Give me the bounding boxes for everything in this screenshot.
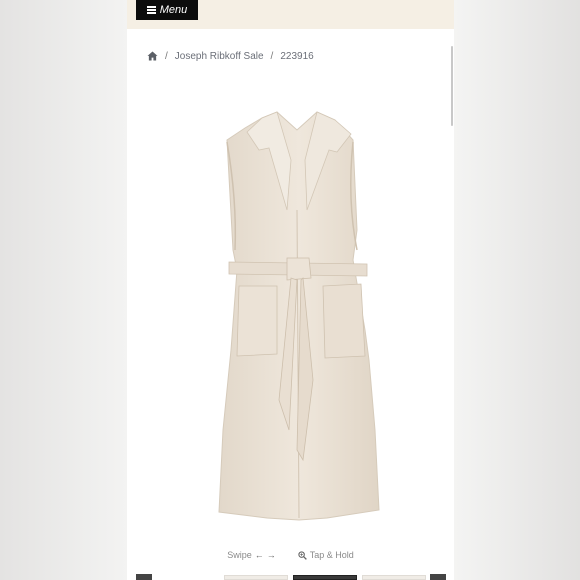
page-viewport: Menu / Joseph Ribkoff Sale / 223916 Swip… bbox=[127, 0, 454, 580]
background-left bbox=[0, 0, 127, 580]
thumbnail[interactable] bbox=[362, 575, 426, 580]
arrow-left-icon: ← bbox=[254, 550, 264, 560]
home-icon[interactable] bbox=[147, 51, 158, 61]
product-image[interactable] bbox=[207, 100, 387, 528]
breadcrumb-item-sale[interactable]: Joseph Ribkoff Sale bbox=[175, 51, 264, 62]
zoom-in-icon bbox=[298, 550, 307, 560]
thumbnail[interactable] bbox=[293, 575, 357, 580]
menu-label: Menu bbox=[159, 4, 188, 16]
thumbnail-strip bbox=[127, 574, 454, 580]
zoom-label: Tap & Hold bbox=[309, 550, 354, 560]
scrollbar[interactable] bbox=[451, 46, 453, 126]
breadcrumb: / Joseph Ribkoff Sale / 223916 bbox=[147, 49, 314, 63]
arrow-right-icon: → bbox=[266, 550, 276, 560]
breadcrumb-separator: / bbox=[165, 50, 168, 62]
image-hints: Swipe ← → Tap & Hold bbox=[127, 548, 454, 562]
breadcrumb-separator: / bbox=[270, 50, 274, 62]
zoom-hint: Tap & Hold bbox=[298, 548, 354, 562]
swipe-hint: Swipe ← → bbox=[227, 548, 276, 562]
thumb-next-button[interactable] bbox=[430, 574, 446, 580]
thumbnail[interactable] bbox=[224, 575, 288, 580]
breadcrumb-item-current: 223916 bbox=[280, 50, 314, 62]
top-bar: Menu bbox=[127, 0, 454, 29]
thumb-prev-button[interactable] bbox=[136, 574, 152, 580]
background-right bbox=[453, 0, 580, 580]
hamburger-icon bbox=[146, 6, 156, 14]
menu-button[interactable]: Menu bbox=[136, 0, 198, 20]
swipe-label: Swipe bbox=[227, 550, 252, 560]
